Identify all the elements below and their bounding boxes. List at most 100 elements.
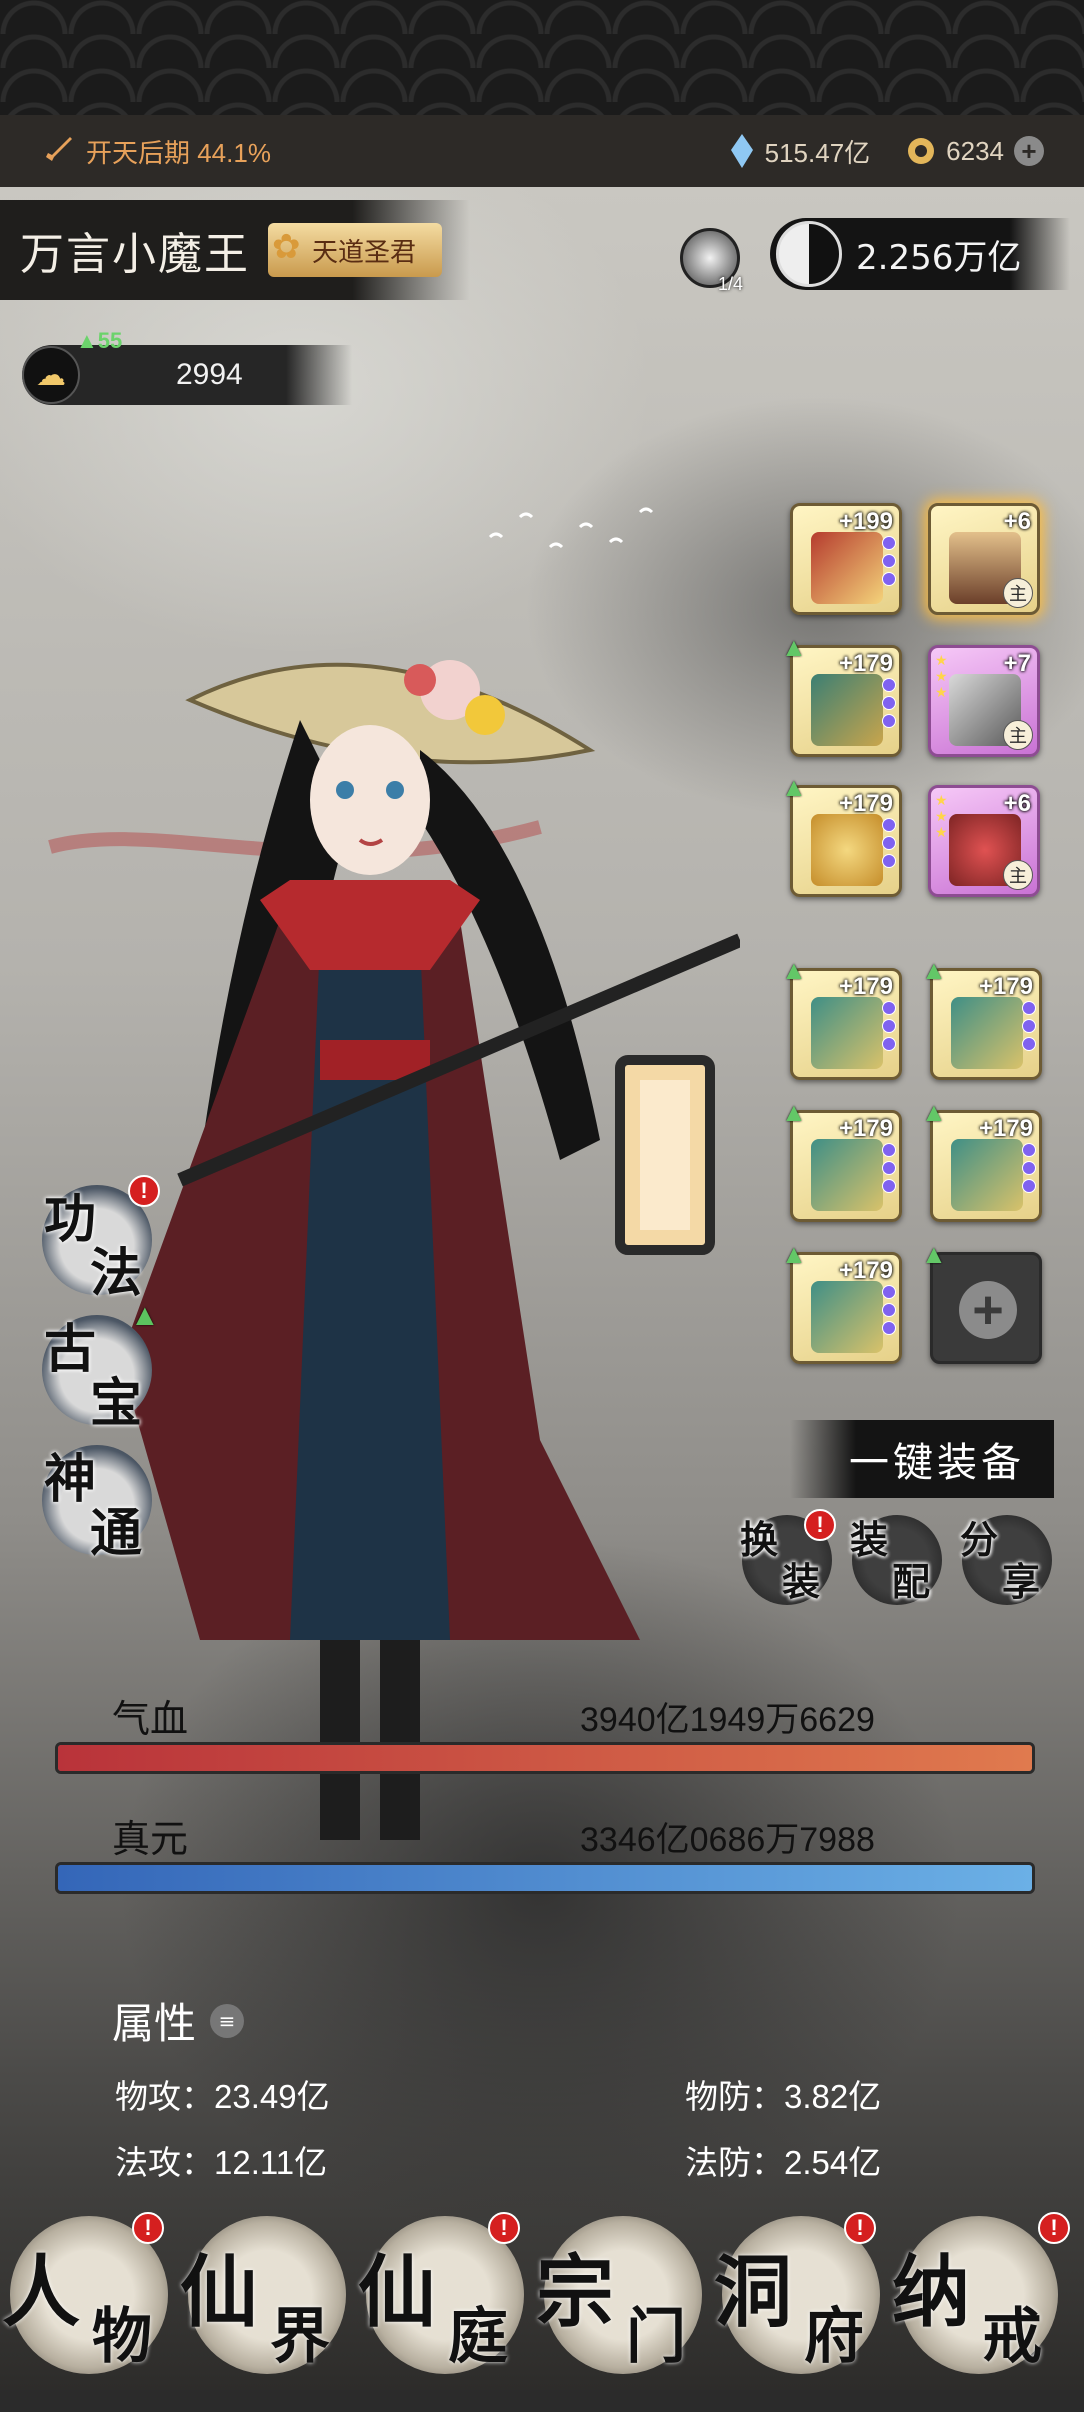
phys-atk: 物攻：23.49亿 — [115, 2078, 330, 2115]
equipment-pagoda[interactable]: +6 主 — [928, 503, 1040, 615]
gem-slots — [882, 536, 896, 586]
equipment-weapon[interactable]: +199 — [790, 503, 902, 615]
equipment-talisman-5[interactable]: ▲ +179 — [781, 1239, 902, 1364]
mp-label: 真元 — [112, 1817, 189, 1861]
shentong-button[interactable]: 神 通 — [42, 1445, 152, 1564]
hp-bar — [55, 1742, 1035, 1774]
nav-immortal-realm[interactable]: 仙 界 — [180, 2216, 346, 2374]
talisman-icon — [811, 1281, 883, 1353]
equipment-talisman-1[interactable]: ▲ +179 — [781, 955, 902, 1080]
coin-icon — [908, 138, 935, 164]
weapon-icon — [811, 532, 883, 604]
upgrade-arrow-icon: ▲ — [921, 1239, 947, 1269]
gongfa-char-2: 法 — [90, 1243, 143, 1304]
realm-progress[interactable]: 开天后期 44.1% — [40, 133, 271, 170]
crystal-icon — [730, 134, 753, 168]
gem-slots — [882, 1001, 896, 1051]
equipment-armor[interactable]: ▲ +179 — [781, 632, 902, 757]
equipment-talisman-4[interactable]: ▲ +179 — [921, 1097, 1042, 1222]
mp-value: 3346亿0686万7988 — [580, 1821, 875, 1859]
nav-char-a: 人 — [2, 2247, 81, 2338]
cultivation-level-panel[interactable]: ☁ ▲55 2994 — [22, 328, 352, 405]
add-coins-button[interactable]: + — [1014, 136, 1044, 166]
equipment-level: +7 — [1003, 650, 1031, 677]
gubao-button[interactable]: 古 宝 ▲ — [42, 1299, 160, 1434]
swap-outfit-button[interactable]: 换 装 ! — [740, 1509, 836, 1605]
share-char-2: 享 — [1002, 1559, 1041, 1604]
nav-char-b: 府 — [804, 2302, 864, 2372]
player-name-panel: 万言小魔王 ✿ 天道圣君 — [0, 200, 470, 300]
notification-badge: ! — [1038, 2212, 1070, 2244]
list-icon[interactable]: ≡ — [210, 2003, 245, 2038]
equipment-level: +179 — [838, 790, 893, 817]
nav-storage-ring[interactable]: 纳 戒 ! — [892, 2212, 1070, 2374]
equipment-level: +179 — [838, 1257, 893, 1284]
combat-power-panel[interactable]: 2.256万亿 — [770, 218, 1070, 290]
config-char-1: 装 — [850, 1517, 889, 1562]
equipment-level: +179 — [838, 1115, 893, 1142]
upgrade-arrow-icon: ▲ — [921, 955, 947, 985]
mp-bar — [55, 1862, 1035, 1894]
upgrade-arrow-icon: ▲ — [781, 772, 807, 802]
combat-power-value: 2.256万亿 — [856, 237, 1022, 278]
add-equipment-slot[interactable]: ▲ + — [921, 1239, 1042, 1364]
stage-badge[interactable]: 1/4 — [680, 228, 743, 294]
nav-cave[interactable]: 洞 府 ! — [714, 2212, 880, 2374]
main-tag: 主 — [1003, 720, 1033, 750]
equipment-sword[interactable]: ★ ★ ★ +7 主 — [928, 645, 1040, 757]
nav-bottom-strip — [0, 2390, 1084, 2412]
stage-count: 1/4 — [717, 274, 743, 294]
nav-char-a: 宗 — [536, 2247, 615, 2338]
top-pattern — [0, 0, 1084, 115]
gongfa-button[interactable]: 功 法 ! — [42, 1175, 160, 1304]
coin-value: 6234 — [946, 135, 1004, 166]
taiji-icon — [776, 221, 842, 287]
upgrade-arrow-icon: ▲ — [781, 632, 807, 662]
notification-badge: ! — [804, 1509, 836, 1541]
nav-char-a: 洞 — [714, 2247, 793, 2338]
gubao-char-1: 古 — [44, 1319, 97, 1380]
mag-atk: 法攻：12.11亿 — [115, 2144, 328, 2181]
sword-icon — [46, 137, 72, 161]
nav-char-b: 庭 — [448, 2302, 508, 2372]
nav-char-a: 仙 — [180, 2247, 259, 2338]
title-badge[interactable]: ✿ 天道圣君 — [268, 223, 443, 277]
equipment-level: +6 — [1003, 508, 1031, 535]
config-button[interactable]: 装 配 — [850, 1515, 942, 1605]
talisman-icon — [811, 997, 883, 1069]
nav-char-b: 物 — [92, 2302, 152, 2372]
equipment-bracelet[interactable]: ▲ +179 — [781, 772, 902, 897]
swap-char-1: 换 — [740, 1517, 779, 1562]
nav-immortal-court[interactable]: 仙 庭 ! — [358, 2212, 524, 2374]
nav-character[interactable]: 人 物 ! — [2, 2212, 168, 2374]
upgrade-arrow-icon: ▲ — [781, 955, 807, 985]
notification-badge: ! — [844, 2212, 876, 2244]
realm-label: 开天后期 44.1% — [86, 137, 271, 168]
share-button[interactable]: 分 享 — [960, 1515, 1052, 1605]
equipment-talisman-2[interactable]: ▲ +179 — [921, 955, 1042, 1080]
notification-badge: ! — [488, 2212, 520, 2244]
nav-sect[interactable]: 宗 门 — [536, 2216, 702, 2374]
gongfa-char-1: 功 — [44, 1189, 97, 1250]
talisman-icon — [951, 997, 1023, 1069]
equipment-seal[interactable]: ★ ★ ★ +6 主 — [928, 785, 1040, 897]
attributes-title: 属性 ≡ — [112, 1990, 245, 2051]
notification-badge: ! — [128, 1175, 160, 1207]
main-tag: 主 — [1003, 578, 1033, 608]
nav-char-b: 界 — [270, 2302, 330, 2372]
talisman-icon — [811, 1139, 883, 1211]
star-rating: ★ ★ ★ — [935, 652, 948, 700]
nav-char-a: 纳 — [892, 2247, 971, 2338]
nav-char-b: 戒 — [982, 2302, 1042, 2372]
equipment-talisman-3[interactable]: ▲ +179 — [781, 1097, 902, 1222]
player-name: 万言小魔王 — [20, 229, 250, 280]
mag-def: 法防：2.54亿 — [685, 2144, 882, 2181]
gem-slots — [882, 678, 896, 728]
bracelet-icon — [811, 814, 883, 886]
armor-icon — [811, 674, 883, 746]
hp-label: 气血 — [112, 1697, 189, 1741]
character-illustration[interactable] — [120, 640, 740, 1860]
crystal-resource: 515.47亿 — [729, 133, 870, 170]
one-key-equip-button[interactable]: 一键装备 — [790, 1420, 1054, 1498]
equipment-level: +179 — [838, 973, 893, 1000]
